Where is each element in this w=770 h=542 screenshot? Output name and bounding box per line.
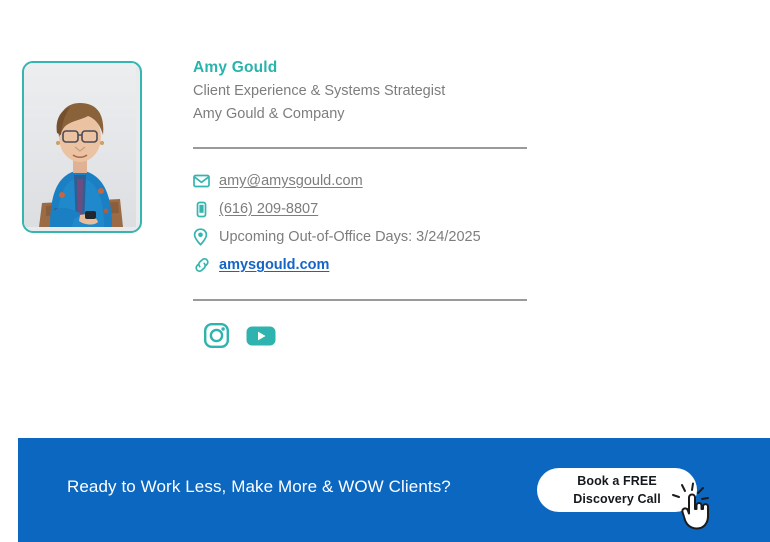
- headshot-illustration: [24, 63, 136, 227]
- divider-bottom: [193, 299, 527, 301]
- signature-name: Amy Gould: [193, 59, 278, 76]
- instagram-icon[interactable]: [203, 322, 230, 354]
- contact-row-email[interactable]: amy@amysgould.com: [193, 167, 533, 195]
- divider-top: [193, 147, 527, 149]
- signature-details: Amy Gould Client Experience & Systems St…: [193, 58, 533, 354]
- phone-link[interactable]: (616) 209-8807: [219, 200, 318, 218]
- youtube-icon[interactable]: [246, 325, 276, 352]
- location-pin-icon: [193, 228, 219, 246]
- cta-button-line-2: Discovery Call: [573, 492, 661, 506]
- email-signature: Amy Gould Client Experience & Systems St…: [0, 0, 770, 430]
- avatar: [22, 61, 142, 233]
- signature-job-title: Client Experience & Systems Strategist: [193, 83, 446, 99]
- signature-company: Amy Gould & Company: [193, 106, 345, 122]
- out-of-office-text: Upcoming Out-of-Office Days: 3/24/2025: [219, 229, 481, 245]
- website-link[interactable]: amysgould.com: [219, 256, 329, 274]
- contact-row-phone[interactable]: (616) 209-8807: [193, 195, 533, 223]
- contact-row-website[interactable]: amysgould.com: [193, 251, 533, 279]
- email-link[interactable]: amy@amysgould.com: [219, 172, 363, 190]
- envelope-icon: [193, 174, 219, 188]
- contact-row-location: Upcoming Out-of-Office Days: 3/24/2025: [193, 223, 533, 251]
- mobile-phone-icon: [193, 201, 219, 218]
- social-links: [193, 322, 533, 354]
- cta-headline: Ready to Work Less, Make More & WOW Clie…: [67, 477, 451, 496]
- book-discovery-call-button[interactable]: Book a FREE Discovery Call: [537, 468, 697, 512]
- chain-link-icon: [193, 257, 219, 273]
- contact-list: amy@amysgould.com (616) 209-8807 Upcomin…: [193, 167, 533, 279]
- cta-button-line-1: Book a FREE: [577, 474, 657, 488]
- cta-banner: Ready to Work Less, Make More & WOW Clie…: [18, 438, 770, 542]
